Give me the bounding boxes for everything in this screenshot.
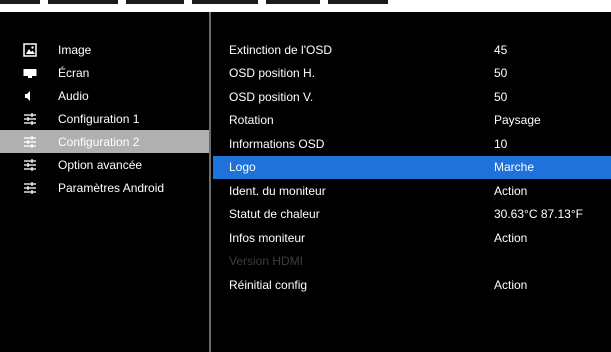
setting-label: Rotation <box>229 113 274 128</box>
menu-item-screen[interactable]: Écran <box>0 61 209 84</box>
setting-label: Infos moniteur <box>229 230 306 245</box>
setting-value: Marche <box>494 160 535 175</box>
setting-value: 30.63°C 87.13°F <box>494 207 583 222</box>
setting-row-monitor-id[interactable]: Ident. du moniteur Action <box>213 179 611 203</box>
setting-label: Réinitial config <box>229 277 308 292</box>
menu-item-label: Configuration 2 <box>58 134 140 149</box>
setting-row-reset-config[interactable]: Réinitial config Action <box>213 273 611 297</box>
setting-value: 45 <box>494 42 508 57</box>
setting-label: Ident. du moniteur <box>229 183 326 198</box>
setting-label: OSD position V. <box>229 89 314 104</box>
menu-item-label: Paramètres Android <box>58 180 165 195</box>
menu-item-configuration-2[interactable]: Configuration 2 <box>0 130 209 153</box>
speaker-icon <box>23 89 37 103</box>
setting-label: Statut de chaleur <box>229 207 320 222</box>
menu-item-image[interactable]: Image <box>0 38 209 61</box>
setting-row-osd-info[interactable]: Informations OSD 10 <box>213 132 611 156</box>
setting-label: OSD position H. <box>229 66 316 81</box>
osd-menu: Image Écran Audio Configuration 1 Config… <box>0 12 611 352</box>
menu-item-label: Configuration 1 <box>58 111 140 126</box>
setting-value: Action <box>494 183 528 198</box>
sliders-icon <box>23 181 37 195</box>
setting-value: 50 <box>494 66 508 81</box>
menu-item-label: Option avancée <box>58 157 143 172</box>
setting-row-hdmi-version: Version HDMI <box>213 250 611 274</box>
menu-item-advanced-option[interactable]: Option avancée <box>0 153 209 176</box>
sliders-icon <box>23 112 37 126</box>
setting-row-osd-h-position[interactable]: OSD position H. 50 <box>213 62 611 86</box>
setting-label: Extinction de l'OSD <box>229 42 333 57</box>
menu-item-label: Image <box>58 42 92 57</box>
setting-value: Action <box>494 277 528 292</box>
setting-row-monitor-info[interactable]: Infos moniteur Action <box>213 226 611 250</box>
menu-item-configuration-1[interactable]: Configuration 1 <box>0 107 209 130</box>
setting-row-heat-status[interactable]: Statut de chaleur 30.63°C 87.13°F <box>213 203 611 227</box>
screen-icon <box>23 66 37 80</box>
setting-row-rotation[interactable]: Rotation Paysage <box>213 109 611 133</box>
setting-row-osd-timeout[interactable]: Extinction de l'OSD 45 <box>213 38 611 62</box>
menu-item-label: Audio <box>58 88 89 103</box>
setting-row-osd-v-position[interactable]: OSD position V. 50 <box>213 85 611 109</box>
sliders-icon <box>23 135 37 149</box>
setting-label: Logo <box>229 160 256 175</box>
setting-row-logo[interactable]: Logo Marche <box>213 155 611 179</box>
settings-panel: Extinction de l'OSD 45 OSD position H. 5… <box>213 12 611 352</box>
sliders-icon <box>23 158 37 172</box>
setting-value: 10 <box>494 136 508 151</box>
setting-value: 50 <box>494 89 508 104</box>
setting-label: Version HDMI <box>229 254 304 269</box>
setting-value: Action <box>494 230 528 245</box>
menu-item-audio[interactable]: Audio <box>0 84 209 107</box>
setting-label: Informations OSD <box>229 136 325 151</box>
menu-item-label: Écran <box>58 65 90 80</box>
setting-value: Paysage <box>494 113 541 128</box>
top-cropped-strip <box>0 0 611 12</box>
image-icon <box>23 42 37 57</box>
category-menu: Image Écran Audio Configuration 1 Config… <box>0 12 211 352</box>
menu-item-android-settings[interactable]: Paramètres Android <box>0 176 209 199</box>
